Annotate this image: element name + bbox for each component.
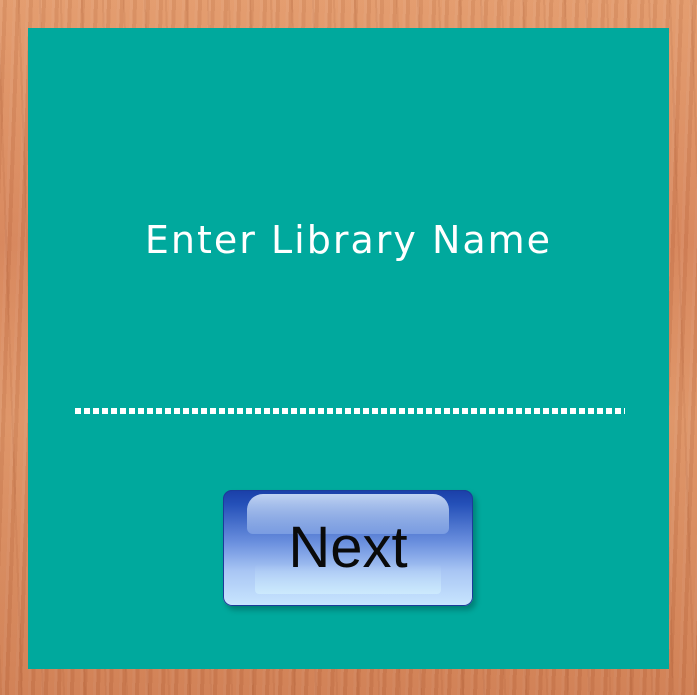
next-button[interactable]: Next bbox=[223, 490, 473, 606]
next-button-label: Next bbox=[288, 515, 408, 580]
library-name-panel: Enter Library Name Next bbox=[28, 28, 669, 669]
page-title: Enter Library Name bbox=[144, 218, 553, 262]
input-underline bbox=[75, 408, 625, 414]
